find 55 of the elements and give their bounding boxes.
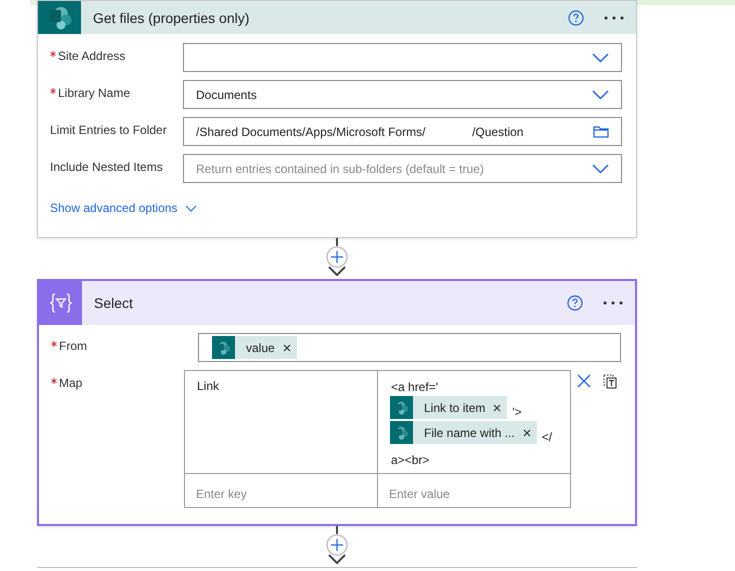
sharepoint-icon bbox=[216, 340, 232, 356]
field-label: Site Address bbox=[58, 49, 126, 63]
arrow-down-icon bbox=[328, 554, 346, 564]
map-value-cell[interactable]: <a href=' Link to item '> File name with ... </ a><br> bbox=[378, 371, 571, 474]
required-icon bbox=[51, 341, 57, 347]
arrow-down-icon bbox=[328, 266, 346, 276]
token-chip[interactable]: value bbox=[212, 336, 297, 359]
token-chip[interactable]: File name with ... bbox=[390, 421, 537, 444]
folder-field[interactable]: /Shared Documents/Apps/Microsoft Forms/ /Question bbox=[183, 117, 622, 146]
field-label: Library Name bbox=[58, 86, 130, 100]
expression-text: <a href=' bbox=[390, 380, 438, 394]
expression-text: '> bbox=[511, 405, 522, 419]
field-label: Include Nested Items bbox=[50, 160, 163, 174]
show-advanced-options-link[interactable]: Show advanced options bbox=[50, 201, 198, 215]
expression-text: a><br> bbox=[390, 453, 430, 467]
dropdown-field[interactable] bbox=[183, 43, 622, 72]
help-icon[interactable] bbox=[568, 10, 584, 26]
chevron-down-icon[interactable] bbox=[592, 164, 609, 174]
required-icon bbox=[50, 88, 56, 94]
remove-icon[interactable] bbox=[493, 404, 502, 412]
map-key-cell[interactable]: Link bbox=[185, 371, 378, 474]
required-icon bbox=[50, 51, 56, 57]
filter-braces-icon bbox=[48, 292, 72, 314]
more-options-icon[interactable] bbox=[603, 301, 623, 305]
chevron-down-icon bbox=[185, 204, 198, 212]
required-icon bbox=[51, 378, 57, 384]
action-title: Get files (properties only) bbox=[93, 10, 250, 26]
text-mode-icon[interactable] bbox=[603, 374, 617, 389]
sharepoint-icon bbox=[46, 4, 72, 30]
token-chip[interactable]: Link to item bbox=[390, 396, 508, 419]
field-label: From bbox=[59, 339, 87, 353]
field-label: Limit Entries to Folder bbox=[50, 123, 167, 137]
add-step-icon[interactable] bbox=[326, 534, 348, 556]
key-input[interactable]: Enter key bbox=[185, 474, 378, 508]
value-input[interactable]: Enter value bbox=[378, 474, 571, 508]
sharepoint-icon bbox=[394, 400, 410, 416]
action-title: Select bbox=[94, 295, 134, 311]
more-options-icon[interactable] bbox=[604, 16, 624, 20]
add-step-icon[interactable] bbox=[326, 246, 348, 268]
dropdown-field[interactable]: Documents bbox=[183, 80, 622, 109]
token-label: Link to item bbox=[424, 400, 486, 414]
dropdown-field[interactable]: Return entries contained in sub-folders (default = true) bbox=[183, 154, 622, 183]
close-icon[interactable] bbox=[577, 374, 591, 388]
from-field[interactable]: value bbox=[198, 333, 621, 362]
expression-text: </ bbox=[540, 430, 552, 444]
sharepoint-icon bbox=[394, 424, 410, 440]
chevron-down-icon[interactable] bbox=[592, 90, 609, 100]
remove-icon[interactable] bbox=[522, 428, 531, 436]
folder-icon[interactable] bbox=[593, 126, 609, 138]
remove-icon[interactable] bbox=[282, 344, 291, 352]
token-label: value bbox=[246, 340, 275, 354]
token-label: File name with ... bbox=[424, 426, 515, 440]
chevron-down-icon[interactable] bbox=[592, 52, 609, 62]
field-label: Map bbox=[59, 376, 82, 390]
help-icon[interactable] bbox=[567, 295, 583, 311]
